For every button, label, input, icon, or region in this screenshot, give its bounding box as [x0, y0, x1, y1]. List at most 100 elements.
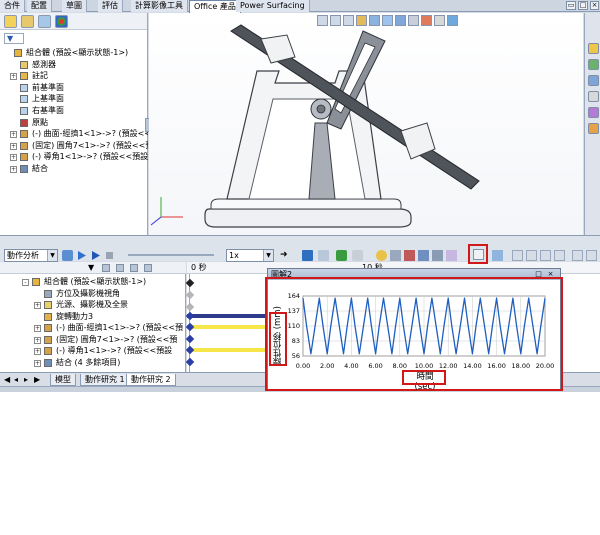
motion-tree-item[interactable]: + (固定) 圓角7<1>->? (預設<<預 [0, 334, 186, 346]
scroll-next-icon[interactable]: ▸ [24, 375, 28, 384]
collapse-icon[interactable]: - [22, 279, 29, 286]
play-from-start-icon[interactable] [76, 250, 87, 261]
filter-icon[interactable]: ▼ [4, 33, 24, 44]
tab-evaluate[interactable]: 評估 [98, 0, 123, 12]
calculate-icon[interactable] [62, 250, 73, 261]
scroll-last-icon[interactable]: ▶ [34, 375, 40, 384]
expand-icon[interactable]: + [34, 336, 41, 344]
tree-item[interactable]: 組合體 (預設<顯示狀態-1>) [0, 47, 148, 59]
tab-motion-study-1[interactable]: 動作研究 1 [80, 374, 130, 386]
zoom-out-timeline-icon[interactable] [586, 250, 597, 261]
expand-icon[interactable]: + [10, 142, 17, 150]
tree-item[interactable]: + 結合 [0, 163, 148, 175]
add-key-icon[interactable] [352, 250, 363, 261]
motor-icon[interactable] [376, 250, 387, 261]
scroll-first-icon[interactable]: ◀ [4, 375, 10, 384]
display-manager-icon[interactable] [55, 15, 68, 28]
resources-icon[interactable] [588, 43, 599, 54]
search-results-icon[interactable] [588, 91, 599, 102]
filter-animated-icon[interactable] [526, 250, 537, 261]
tree-item[interactable]: 原點 [0, 117, 148, 129]
motion-tree-item[interactable]: + (-) 導角1<1>->? (預設<<預設 [0, 345, 186, 357]
playback-mode-icon[interactable]: ➜ [280, 250, 291, 261]
tree-item[interactable]: 感測器 [0, 59, 148, 71]
animation-wizard-icon[interactable] [318, 250, 329, 261]
filter-driving-icon[interactable] [540, 250, 551, 261]
force-icon[interactable] [418, 250, 429, 261]
tab-model[interactable]: 模型 [50, 374, 76, 386]
filter-selected-icon[interactable] [554, 250, 565, 261]
tab-render-tools[interactable]: 計算影像工具 [131, 0, 188, 12]
motion-tree-item[interactable]: + 結合 (4 多餘項目) [0, 357, 186, 369]
tab-sketch[interactable]: 草圖 [62, 0, 87, 12]
close-icon[interactable]: × [590, 1, 599, 10]
camera-icon [44, 289, 52, 298]
filter-driving-icon[interactable] [116, 264, 124, 272]
sort-icon[interactable] [102, 264, 110, 272]
restore-icon[interactable]: ▭ [566, 1, 576, 10]
contact-icon[interactable] [432, 250, 443, 261]
motion-tree-item[interactable]: - 組合體 (預設<顯示狀態-1>) [0, 276, 186, 288]
design-library-icon[interactable] [588, 59, 599, 70]
tree-item-label: 感測器 [32, 59, 56, 69]
play-icon[interactable] [90, 250, 101, 261]
maximize-icon[interactable]: □ [578, 1, 588, 10]
tree-item-label: 前基準面 [32, 82, 64, 92]
expand-icon[interactable]: + [34, 325, 41, 332]
spring-icon[interactable] [390, 250, 401, 261]
tab-office-products[interactable]: Office 產品 [189, 0, 241, 13]
expand-icon[interactable]: + [34, 348, 41, 355]
expand-icon[interactable]: + [10, 154, 17, 162]
tree-item[interactable]: 右基準面 [0, 105, 148, 117]
key-point[interactable] [185, 278, 195, 288]
expand-icon[interactable]: + [10, 131, 17, 139]
graphics-viewport[interactable] [149, 13, 583, 235]
motion-tree-item[interactable]: 方位及攝影機視角 [0, 288, 186, 300]
filter-icon[interactable]: ▼ [88, 263, 94, 272]
expand-icon[interactable]: + [34, 302, 41, 309]
save-animation-icon[interactable] [302, 250, 313, 261]
zoom-in-timeline-icon[interactable] [572, 250, 583, 261]
tree-item[interactable]: + 註記 [0, 70, 148, 82]
filter-selected-icon[interactable] [130, 264, 138, 272]
tree-item-label: (-) 曲面-經擠1<1>->? (預設<<預設 [32, 129, 148, 139]
task-pane-strip [584, 13, 600, 235]
key-point[interactable] [185, 302, 195, 312]
playback-slider[interactable] [128, 254, 214, 256]
stop-icon[interactable] [104, 250, 115, 261]
autokey-icon[interactable] [336, 250, 347, 261]
tree-item[interactable]: + (固定) 圓角7<1>->? (預設<<預設 [0, 140, 148, 152]
expand-icon[interactable]: + [10, 73, 17, 81]
tree-item[interactable]: 上基準面 [0, 93, 148, 105]
gravity-icon[interactable] [446, 250, 457, 261]
tree-item[interactable]: + (-) 曲面-經擠1<1>->? (預設<<預設 [0, 128, 148, 140]
collapse-icon[interactable] [512, 250, 523, 261]
motion-tree-item[interactable]: + 光源、攝影機及全景 [0, 299, 186, 311]
property-manager-icon[interactable] [21, 15, 34, 28]
configuration-manager-icon[interactable] [38, 15, 51, 28]
tree-item[interactable]: + (-) 導角1<1>->? (預設<<預設>_顯示 [0, 151, 148, 163]
tab-motion-study-2[interactable]: 動作研究 2 [126, 374, 176, 386]
file-explorer-icon[interactable] [588, 75, 599, 86]
custom-properties-icon[interactable] [588, 123, 599, 134]
damper-icon[interactable] [404, 250, 415, 261]
playback-speed-select[interactable]: 1x ▼ [226, 249, 274, 262]
feature-tree-icon[interactable] [4, 15, 17, 28]
expand-icon[interactable]: + [34, 359, 41, 367]
key-point[interactable] [185, 290, 195, 300]
key-point[interactable] [185, 357, 195, 367]
motion-tree-item[interactable]: 旋轉動力3 [0, 311, 186, 323]
motion-tree-item-label: 光源、攝影機及全景 [56, 300, 128, 309]
key-point[interactable] [185, 334, 195, 344]
tab-assembly[interactable]: 合件 [0, 0, 25, 12]
motion-study-properties-icon[interactable] [492, 250, 503, 261]
study-type-select[interactable]: 動作分析 ▼ [4, 249, 58, 262]
expand-icon[interactable]: + [10, 165, 17, 173]
tree-item[interactable]: 前基準面 [0, 82, 148, 94]
appearances-icon[interactable] [588, 107, 599, 118]
tab-configuration[interactable]: 配置 [27, 0, 52, 12]
filter-animated-icon[interactable] [144, 264, 152, 272]
tab-power-surfacing[interactable]: Power Surfacing [236, 0, 310, 12]
motion-tree-item[interactable]: + (-) 曲面-經擠1<1>->? (預設<<預 [0, 322, 186, 334]
scroll-prev-icon[interactable]: ◂ [14, 375, 18, 384]
